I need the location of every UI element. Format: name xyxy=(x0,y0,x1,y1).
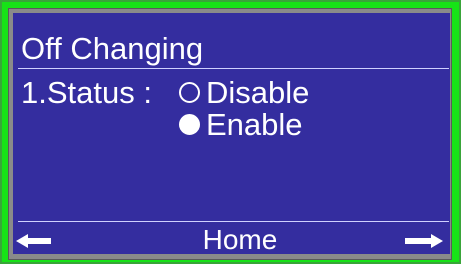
forward-button[interactable] xyxy=(398,225,443,254)
disable-option-label: Disable xyxy=(206,75,310,110)
home-button[interactable]: Home xyxy=(195,225,285,254)
lcd-screen: Off Changing 1.Status : Disable Enable H… xyxy=(13,13,450,254)
back-button[interactable] xyxy=(16,225,51,254)
status-option-enable[interactable]: Enable xyxy=(179,109,303,140)
enable-radio-button[interactable] xyxy=(179,114,200,135)
device-frame: Off Changing 1.Status : Disable Enable H… xyxy=(0,0,461,264)
home-label: Home xyxy=(202,224,278,254)
enable-option-label: Enable xyxy=(206,107,303,142)
status-label: 1.Status : xyxy=(21,75,152,110)
disable-radio-button[interactable] xyxy=(179,82,200,103)
page-title: Off Changing xyxy=(21,31,204,66)
title-divider xyxy=(18,68,449,69)
left-arrow-icon xyxy=(16,234,51,248)
status-option-disable[interactable]: Disable xyxy=(179,77,309,108)
right-arrow-icon xyxy=(405,234,443,248)
footer-divider xyxy=(18,221,449,222)
